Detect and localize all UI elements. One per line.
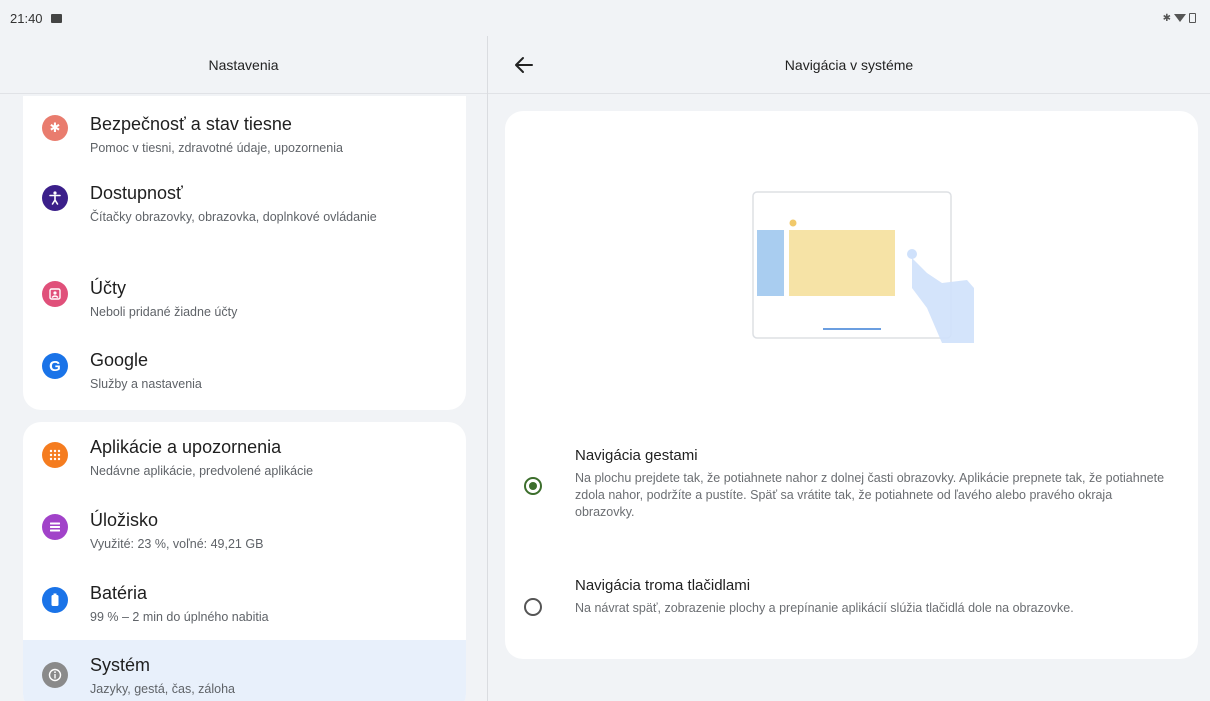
item-subtitle: Čítačky obrazovky, obrazovka, doplnkové … — [90, 210, 377, 224]
storage-icon — [42, 514, 68, 540]
accounts-icon — [42, 281, 68, 307]
settings-card-2: Aplikácie a upozornenia Nedávne aplikáci… — [23, 422, 466, 701]
back-button[interactable] — [511, 52, 537, 78]
item-title: Bezpečnosť a stav tiesne — [90, 114, 292, 134]
item-subtitle: Využité: 23 %, voľné: 49,21 GB — [90, 537, 264, 551]
item-subtitle: Jazyky, gestá, čas, záloha — [90, 682, 235, 696]
status-bar: 21:40 ✱ — [0, 0, 1210, 36]
item-title: Účty — [90, 278, 126, 298]
wifi-icon — [1174, 14, 1186, 22]
notification-icon — [50, 13, 62, 23]
settings-item-accounts[interactable]: Účty Neboli pridané žiadne účty — [23, 264, 466, 334]
settings-item-accessibility[interactable]: Dostupnosť Čítačky obrazovky, obrazovka,… — [23, 168, 466, 252]
item-title: Aplikácie a upozornenia — [90, 437, 282, 457]
bluetooth-icon: ✱ — [1162, 12, 1171, 24]
settings-card-1: ✱ Bezpečnosť a stav tiesne Pomoc v tiesn… — [23, 96, 466, 410]
battery-icon — [42, 587, 68, 613]
accessibility-icon — [42, 185, 68, 211]
settings-list-pane: Nastavenia ✱ Bezpečnosť a stav tiesne Po… — [0, 36, 487, 701]
item-title: Google — [90, 350, 149, 370]
radio-gesture-navigation[interactable] — [524, 477, 542, 495]
option-gesture-navigation[interactable]: Navigácia gestami Na plochu prejdete tak… — [505, 446, 1198, 546]
settings-item-battery[interactable]: Batéria 99 % – 2 min do úplného nabitia — [23, 566, 466, 640]
navigation-options-card: Navigácia gestami Na plochu prejdete tak… — [505, 111, 1198, 659]
pane-divider — [487, 36, 488, 701]
apps-icon — [42, 442, 68, 468]
option-title: Navigácia troma tlačidlami — [575, 577, 751, 594]
item-subtitle: Služby a nastavenia — [90, 377, 202, 391]
item-subtitle: Nedávne aplikácie, predvolené aplikácie — [90, 464, 314, 478]
item-subtitle: Pomoc v tiesni, zdravotné údaje, upozorn… — [90, 141, 343, 155]
settings-item-safety[interactable]: ✱ Bezpečnosť a stav tiesne Pomoc v tiesn… — [23, 96, 466, 158]
arrow-back-icon — [515, 57, 533, 73]
settings-item-google[interactable]: G Google Služby a nastavenia — [23, 336, 466, 406]
battery-status-icon — [1189, 13, 1196, 23]
settings-title: Nastavenia — [0, 36, 487, 94]
option-description: Na návrat späť, zobrazenie plochy a prep… — [575, 601, 1074, 615]
page-title: Navigácia v systéme — [488, 36, 1210, 94]
option-title: Navigácia gestami — [575, 447, 698, 464]
option-description: Na plochu prejdete tak, že potiahnete na… — [575, 471, 1165, 519]
gesture-navigation-illustration — [752, 191, 974, 343]
settings-item-storage[interactable]: Úložisko Využité: 23 %, voľné: 49,21 GB — [23, 494, 466, 566]
item-subtitle: Neboli pridané žiadne účty — [90, 305, 238, 319]
settings-item-system[interactable]: Systém Jazyky, gestá, čas, záloha — [23, 640, 466, 701]
radio-three-button-navigation[interactable] — [524, 598, 542, 616]
option-three-button-navigation[interactable]: Navigácia troma tlačidlami Na návrat spä… — [505, 576, 1198, 646]
item-title: Batéria — [90, 583, 148, 603]
status-time: 21:40 — [10, 10, 43, 26]
item-subtitle: 99 % – 2 min do úplného nabitia — [90, 610, 269, 624]
emergency-icon: ✱ — [42, 115, 68, 141]
item-title: Systém — [90, 655, 151, 675]
settings-item-apps[interactable]: Aplikácie a upozornenia Nedávne aplikáci… — [23, 422, 466, 494]
google-icon: G — [42, 353, 68, 379]
item-title: Úložisko — [90, 510, 159, 530]
item-title: Dostupnosť — [90, 183, 183, 203]
system-icon — [42, 662, 68, 688]
